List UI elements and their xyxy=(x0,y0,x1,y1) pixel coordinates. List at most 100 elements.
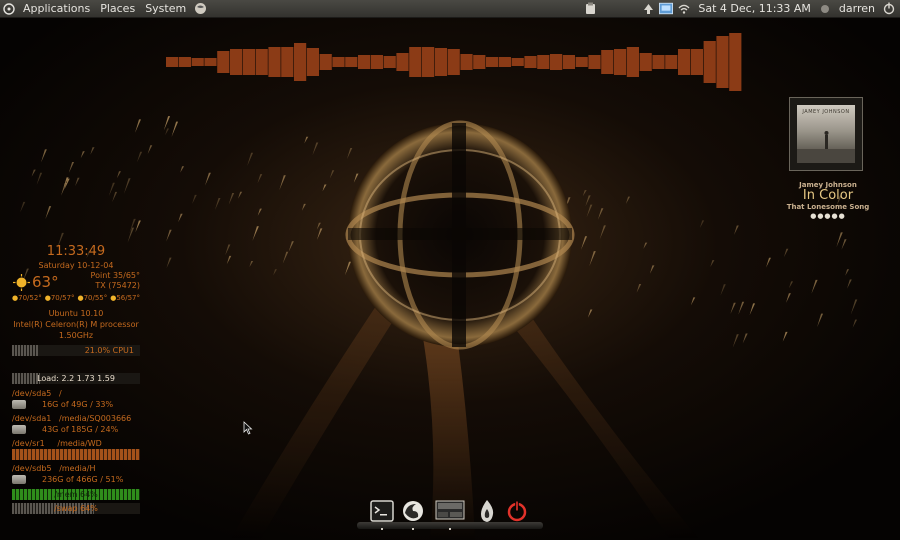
top-panel: Applications Places System Sat 4 Dec, 11… xyxy=(0,0,900,18)
visualizer-bar xyxy=(498,57,511,67)
drive-icon xyxy=(12,400,26,409)
memory-usage-text: /mem 64% xyxy=(54,490,98,499)
now-playing-rating[interactable]: ●●●●● xyxy=(770,211,886,221)
firefox-icon[interactable] xyxy=(400,498,426,524)
visualizer-bar xyxy=(729,33,742,91)
visualizer-bar xyxy=(217,51,230,73)
visualizer-bar xyxy=(345,57,358,67)
visualizer-bar xyxy=(268,47,281,77)
disk-usage: 236G of 466G / 51% xyxy=(42,475,124,484)
power-icon[interactable] xyxy=(504,498,530,524)
disk-usage-bar xyxy=(12,449,140,460)
conky-system-monitor: 11:33:49 Saturday 10-12-04 63° Point 35/… xyxy=(12,244,140,514)
cpu-usage-text: 21.0% CPU1 xyxy=(84,346,134,355)
upload-icon[interactable] xyxy=(641,2,655,16)
ubuntu-logo-icon[interactable] xyxy=(2,2,16,16)
forecast-day-2: ●70/57° xyxy=(44,294,75,302)
dock xyxy=(357,495,543,531)
disk-list: /dev/sda5 / 16G of 49G / 33% /dev/sda1 /… xyxy=(12,388,140,485)
disk-usage: 16G of 49G / 33% xyxy=(42,400,114,409)
visualizer-bar xyxy=(614,49,627,75)
load-bar: Load: 2.2 1.73 1.59 xyxy=(12,373,140,384)
panel-clock[interactable]: Sat 4 Dec, 11:33 AM xyxy=(693,0,816,17)
swap-usage-text: /swap 64% xyxy=(54,504,98,513)
user-status-icon[interactable] xyxy=(818,2,832,16)
visualizer-bar xyxy=(473,55,486,69)
wifi-icon[interactable] xyxy=(677,2,691,16)
visualizer-bar xyxy=(665,55,678,69)
menu-places[interactable]: Places xyxy=(95,0,140,17)
swap-bar: /swap 64% xyxy=(12,503,140,514)
visualizer-bar xyxy=(383,56,396,68)
visualizer-bar xyxy=(486,57,499,67)
visualizer-bar xyxy=(191,58,204,66)
now-playing-album: In Color xyxy=(802,188,854,203)
menu-system[interactable]: System xyxy=(140,0,191,17)
disk-device: /dev/sda1 xyxy=(12,414,52,423)
weather-location: TX (75472) xyxy=(95,281,140,290)
visualizer-bar xyxy=(652,55,665,69)
visualizer-bar xyxy=(306,48,319,76)
album-cover[interactable]: JAMEY JOHNSON xyxy=(789,97,863,171)
running-indicator xyxy=(412,528,414,530)
visualizer-bar xyxy=(562,55,575,69)
disk-device: /dev/sdb5 xyxy=(12,464,52,473)
desktop-icon[interactable] xyxy=(434,498,466,524)
now-playing-info: Jamey Johnson In Color That Lonesome Son… xyxy=(770,181,886,221)
disk-entry: /dev/sdb5 /media/H 236G of 466G / 51% xyxy=(12,463,140,485)
weather-forecast: ●70/52° ●70/57° ●70/55° ●56/57° xyxy=(12,293,140,304)
visualizer-bar xyxy=(537,55,550,69)
visualizer-bar xyxy=(678,49,691,75)
running-indicator xyxy=(449,528,451,530)
weather-block: 63° Point 35/65° TX (75472) xyxy=(12,271,140,293)
terminal-icon[interactable] xyxy=(369,498,395,524)
clipboard-icon[interactable] xyxy=(583,2,597,16)
visualizer-bar xyxy=(242,49,255,75)
cpu-speed: 1.50GHz xyxy=(58,331,94,340)
drive-icon xyxy=(12,475,26,484)
menu-applications[interactable]: Applications xyxy=(18,0,95,17)
album-art: JAMEY JOHNSON xyxy=(797,105,855,163)
visualizer-bar xyxy=(511,58,524,66)
visualizer-bar xyxy=(588,55,601,69)
disk-entry: /dev/sr1 /media/WD xyxy=(12,438,140,460)
visualizer-bar xyxy=(409,47,422,77)
disk-device: /dev/sr1 xyxy=(12,439,45,448)
disk-mount: /media/WD xyxy=(57,439,102,448)
visualizer-bar xyxy=(716,36,729,88)
memory-bar: /mem 64% xyxy=(12,489,140,500)
visualizer-bar xyxy=(524,56,537,68)
visualizer-bar xyxy=(575,57,588,67)
power-icon[interactable] xyxy=(882,2,896,16)
os-version: Ubuntu 10.10 xyxy=(48,309,104,318)
panel-username[interactable]: darren xyxy=(834,0,880,17)
fire-icon[interactable] xyxy=(474,498,500,524)
now-playing-song: That Lonesome Song xyxy=(786,203,870,211)
disk-usage-fill xyxy=(12,449,140,460)
disk-mount: / xyxy=(59,389,62,398)
disk-entry: /dev/sda5 / 16G of 49G / 33% xyxy=(12,388,140,410)
network-manager-icon[interactable] xyxy=(659,2,674,16)
conky-time: 11:33:49 xyxy=(46,244,106,259)
visualizer-bar xyxy=(178,57,191,67)
audio-visualizer xyxy=(166,33,742,91)
visualizer-bar xyxy=(550,54,563,70)
forecast-day-4: ●56/57° xyxy=(110,294,140,302)
visualizer-bar xyxy=(332,57,345,67)
mouse-cursor-icon xyxy=(243,421,253,435)
sun-icon xyxy=(13,274,30,293)
cpu-usage-bar: 21.0% CPU1 xyxy=(12,345,140,356)
visualizer-bar xyxy=(639,53,652,71)
web-browser-launcher-icon[interactable] xyxy=(193,2,207,16)
load-average: Load: 2.2 1.73 1.59 xyxy=(37,374,115,383)
forecast-day-3: ●70/55° xyxy=(77,294,108,302)
visualizer-bar xyxy=(396,53,409,71)
visualizer-bar xyxy=(294,43,307,81)
visualizer-bar xyxy=(601,50,614,74)
visualizer-bar xyxy=(690,49,703,75)
disk-usage: 43G of 185G / 24% xyxy=(42,425,119,434)
weather-dewpoint: Point 35/65° xyxy=(90,271,140,280)
visualizer-bar xyxy=(422,47,435,77)
visualizer-bar xyxy=(230,49,243,75)
forecast-day-1: ●70/52° xyxy=(12,294,42,302)
